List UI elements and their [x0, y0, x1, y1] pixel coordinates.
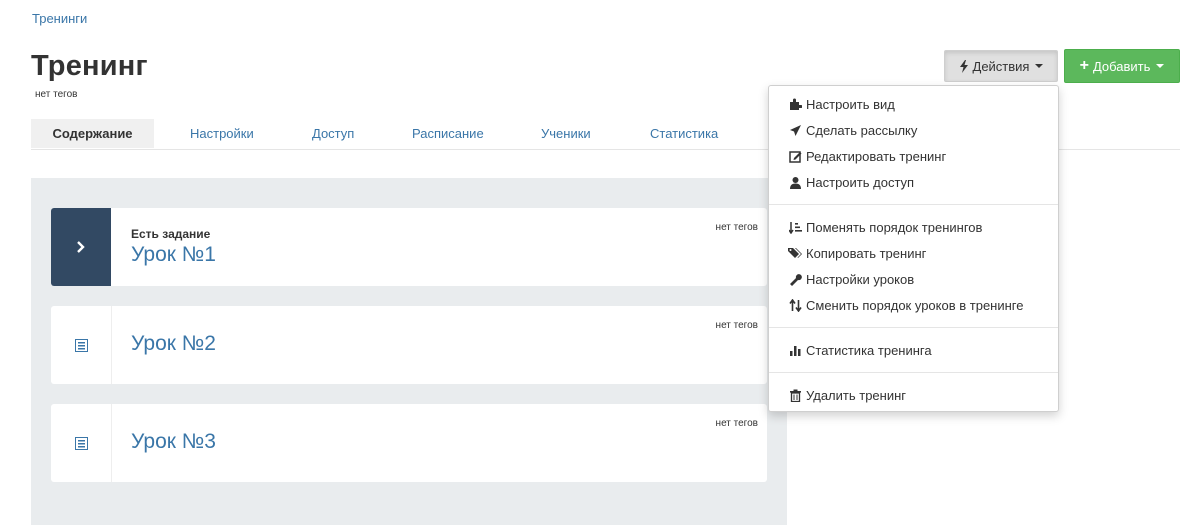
lesson-type-cell: [51, 404, 112, 482]
menu-item-configure-access[interactable]: Настроить доступ: [788, 172, 914, 192]
add-button[interactable]: + Добавить: [1064, 49, 1180, 83]
menu-item-copy-training[interactable]: Копировать тренинг: [788, 243, 926, 263]
document-list-icon: [74, 338, 88, 352]
caret-down-icon: [1035, 64, 1044, 68]
bar-chart-icon: [788, 343, 802, 357]
tab-settings[interactable]: Настройки: [190, 119, 254, 148]
menu-item-label: Настройки уроков: [806, 271, 915, 287]
actions-button[interactable]: Действия: [944, 50, 1058, 82]
sort-order-icon: [788, 220, 802, 234]
menu-item-label: Настроить доступ: [806, 174, 915, 190]
lesson-card[interactable]: Урок №2 нет тегов: [51, 306, 767, 384]
lesson-type-cell: [51, 306, 112, 384]
lesson-tags: нет тегов: [715, 320, 758, 331]
menu-item-label: Удалить тренинг: [806, 387, 907, 403]
lesson-title-link[interactable]: Урок №1: [131, 243, 216, 267]
menu-item-lesson-settings[interactable]: Настройки уроков: [788, 269, 914, 289]
menu-item-reorder-trainings[interactable]: Поменять порядок тренингов: [788, 217, 982, 237]
tab-schedule[interactable]: Расписание: [412, 119, 484, 148]
menu-item-label: Редактировать тренинг: [806, 148, 947, 164]
menu-item-label: Сменить порядок уроков в тренинге: [806, 297, 1024, 313]
menu-item-delete-training[interactable]: Удалить тренинг: [788, 385, 906, 405]
menu-divider: [769, 327, 1058, 328]
user-icon: [788, 175, 802, 189]
plus-icon: +: [1079, 57, 1089, 74]
menu-item-edit-training[interactable]: Редактировать тренинг: [788, 146, 946, 166]
lesson-card[interactable]: Есть задание Урок №1 нет тегов: [51, 208, 767, 286]
puzzle-icon: [788, 97, 802, 111]
add-button-label: Добавить: [1092, 58, 1151, 74]
tags-icon: [788, 246, 802, 260]
menu-item-label: Сделать рассылку: [806, 122, 918, 138]
menu-divider: [769, 372, 1058, 373]
tab-statistics[interactable]: Статистика: [650, 119, 718, 148]
lesson-title-link[interactable]: Урок №3: [131, 430, 216, 454]
tab-content[interactable]: Содержание: [31, 119, 154, 148]
tab-students[interactable]: Ученики: [541, 119, 591, 148]
menu-item-label: Копировать тренинг: [806, 245, 927, 261]
lesson-tags: нет тегов: [715, 222, 758, 233]
page-tags: нет тегов: [35, 89, 78, 100]
tab-access[interactable]: Доступ: [312, 119, 354, 148]
menu-item-reorder-lessons[interactable]: Сменить порядок уроков в тренинге: [788, 295, 1023, 315]
actions-button-label: Действия: [972, 58, 1030, 74]
trash-icon: [788, 388, 802, 402]
menu-divider: [769, 204, 1058, 205]
send-icon: [788, 123, 802, 137]
document-list-icon: [74, 436, 88, 450]
menu-item-customize-view[interactable]: Настроить вид: [788, 94, 895, 114]
wrench-icon: [788, 272, 802, 286]
breadcrumb-trainings[interactable]: Тренинги: [32, 11, 87, 26]
menu-item-label: Статистика тренинга: [806, 342, 932, 358]
lesson-subtitle: Есть задание: [131, 227, 211, 241]
menu-item-training-statistics[interactable]: Статистика тренинга: [788, 340, 932, 360]
bolt-icon: [959, 59, 968, 73]
chevron-right-icon: [77, 241, 85, 253]
menu-item-label: Поменять порядок тренингов: [806, 219, 983, 235]
menu-item-send-mailing[interactable]: Сделать рассылку: [788, 120, 917, 140]
lesson-expand-toggle[interactable]: [51, 208, 111, 286]
lesson-tags: нет тегов: [715, 418, 758, 429]
sort-arrows-icon: [788, 298, 802, 312]
menu-item-label: Настроить вид: [806, 96, 895, 112]
edit-icon: [788, 149, 802, 163]
actions-dropdown-menu: Настроить вид Сделать рассылку Редактиро…: [768, 85, 1059, 412]
page-title: Тренинг: [31, 50, 148, 82]
lesson-title-link[interactable]: Урок №2: [131, 332, 216, 356]
caret-down-icon: [1156, 64, 1165, 68]
lesson-card[interactable]: Урок №3 нет тегов: [51, 404, 767, 482]
